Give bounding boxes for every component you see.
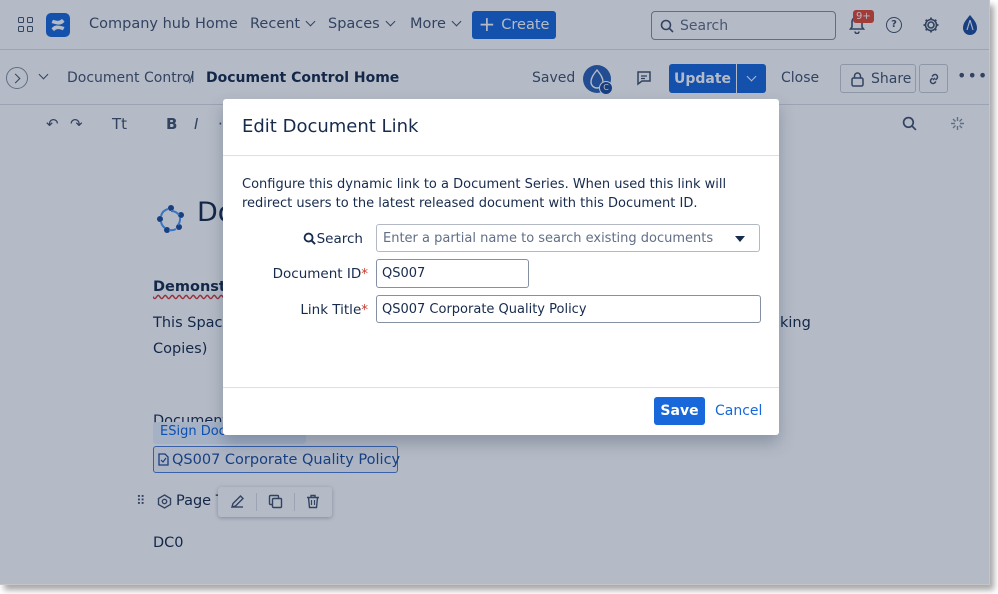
search-label: Search — [303, 231, 363, 247]
document-id-value: QS007 — [382, 266, 426, 281]
modal-backdrop-top — [0, 0, 989, 51]
document-id-label-text: Document ID — [272, 266, 362, 282]
required-marker: * — [361, 302, 368, 318]
dropdown-caret-icon — [735, 236, 745, 242]
link-title-value: QS007 Corporate Quality Policy — [382, 301, 587, 317]
search-label-text: Search — [316, 231, 363, 247]
dialog-footer-divider — [223, 387, 779, 388]
search-icon — [303, 232, 316, 245]
edit-document-link-dialog: Edit Document Link Configure this dynami… — [223, 99, 779, 435]
document-search-placeholder: Enter a partial name to search existing … — [383, 230, 714, 246]
cancel-button[interactable]: Cancel — [715, 403, 762, 419]
link-title-label-text: Link Title — [300, 302, 362, 318]
save-button[interactable]: Save — [654, 397, 705, 425]
dialog-description: Configure this dynamic link to a Documen… — [242, 177, 727, 211]
required-marker: * — [361, 266, 368, 282]
dialog-title: Edit Document Link — [242, 116, 419, 137]
link-title-input[interactable]: QS007 Corporate Quality Policy — [376, 295, 761, 323]
dialog-divider — [223, 155, 779, 156]
app-window: Company hub Home Recent Spaces More + Cr… — [0, 0, 990, 585]
document-search-select[interactable]: Enter a partial name to search existing … — [376, 224, 760, 252]
document-id-label: Document ID* — [263, 266, 368, 282]
document-id-input[interactable]: QS007 — [376, 259, 529, 288]
link-title-label: Link Title* — [263, 302, 368, 318]
